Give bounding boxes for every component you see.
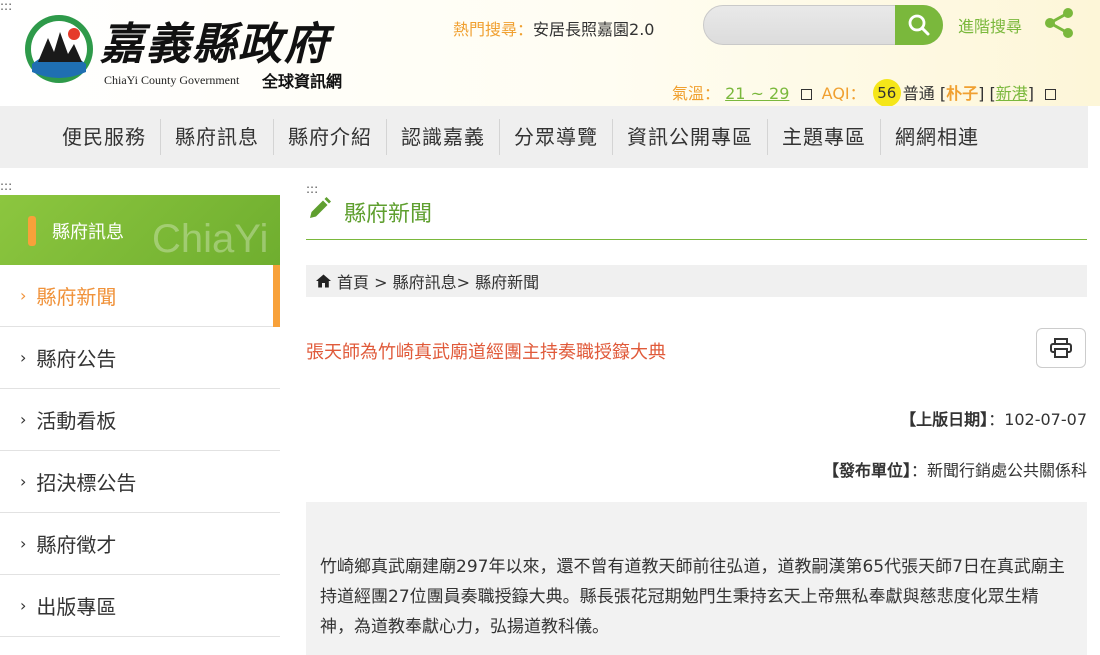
nav-item-links[interactable]: 網網相連 (881, 119, 993, 155)
county-logo-icon[interactable] (22, 12, 96, 86)
aqi-status: 普通 (902, 84, 935, 103)
article-paragraph: 竹崎鄉真武廟建廟297年以來，還不曾有道教天師前往弘道，道教嗣漢第65代張天師7… (320, 557, 1065, 637)
skip-link[interactable]: ::: (0, 0, 12, 12)
station-link-puzi[interactable]: 朴子 (946, 84, 978, 103)
weather-bar: 氣溫： 21 ~ 29 AQI： 56 普通 [朴子] [新港] (672, 78, 1057, 107)
sidebar-item-announcements[interactable]: › 縣府公告 (0, 327, 280, 389)
share-icon[interactable] (1042, 6, 1076, 40)
article-body: 竹崎鄉真武廟建廟297年以來，還不曾有道教天師前往弘道，道教嗣漢第65代張天師7… (306, 502, 1087, 655)
external-link-icon (800, 89, 812, 100)
pencil-icon (310, 197, 331, 218)
aqi-label: AQI： (821, 84, 866, 103)
publish-date-label: 【上版日期】 (900, 410, 989, 429)
hot-search-label: 熱門搜尋： (453, 20, 534, 39)
chevron-right-icon: › (20, 534, 27, 553)
temperature-link[interactable]: 21 ~ 29 (725, 84, 789, 103)
page-title: 縣府新聞 (344, 202, 433, 227)
logo-title[interactable]: 嘉義縣政府 (100, 8, 330, 72)
advanced-search-link[interactable]: 進階搜尋 (958, 13, 1022, 37)
search-icon (908, 14, 930, 36)
logo-subtitle-en: ChiaYi County Government (104, 73, 240, 87)
sidebar-menu: › 縣府新聞 › 縣府公告 › 活動看板 › 招決標公告 › 縣府徵才 › 出版專區 (0, 265, 280, 637)
publish-unit-value: ：新聞行銷處公共關係科 (910, 461, 1087, 480)
breadcrumb-trail[interactable]: 首頁 > 縣府訊息> 縣府新聞 (337, 269, 539, 293)
home-icon[interactable] (316, 274, 331, 288)
sidebar-item-label: 縣府徵才 (36, 533, 117, 557)
publish-unit: 【發布單位】：新聞行銷處公共關係科 (823, 457, 1087, 481)
printer-icon (1050, 338, 1072, 358)
chevron-right-icon: › (20, 410, 27, 429)
station-link-xingang[interactable]: 新港 (996, 84, 1028, 103)
external-link-icon (1045, 89, 1057, 100)
sidebar-watermark: ChiaYi (152, 217, 269, 261)
sidebar-item-label: 縣府公告 (36, 347, 117, 371)
sidebar-heading: 縣府訊息 ChiaYi (0, 195, 280, 265)
chevron-right-icon: › (20, 348, 27, 367)
sidebar-item-label: 出版專區 (36, 595, 117, 619)
publish-date: 【上版日期】：102-07-07 (900, 406, 1087, 430)
sidebar-heading-title: 縣府訊息 (52, 222, 124, 243)
search-button[interactable] (895, 5, 943, 45)
hot-search: 熱門搜尋：安居長照嘉園2.0 (453, 16, 654, 40)
weather-label: 氣溫： (672, 84, 721, 103)
news-title: 張天師為竹崎真武廟道經團主持奏職授籙大典 (306, 342, 666, 363)
chevron-right-icon: › (20, 286, 27, 305)
site-header: ::: 嘉義縣政府 ChiaYi County Government 全球資訊網… (0, 0, 1100, 107)
sidebar-accesskey[interactable]: ::: (0, 180, 12, 192)
nav-item-topics[interactable]: 主題專區 (768, 119, 881, 155)
nav-item-know-chiayi[interactable]: 認識嘉義 (387, 119, 500, 155)
sidebar-item-tenders[interactable]: › 招決標公告 (0, 451, 280, 513)
chevron-right-icon: › (20, 596, 27, 615)
logo-subtitle-zh: 全球資訊網 (262, 72, 343, 91)
page-heading: 縣府新聞 (306, 194, 1087, 240)
publish-date-value: ：102-07-07 (988, 410, 1087, 429)
nav-item-open-data[interactable]: 資訊公開專區 (613, 119, 768, 155)
sidebar-item-label: 縣府新聞 (36, 285, 117, 309)
nav-item-services[interactable]: 便民服務 (48, 119, 161, 155)
sidebar-item-recruitment[interactable]: › 縣府徵才 (0, 513, 280, 575)
nav-item-audience[interactable]: 分眾導覽 (500, 119, 613, 155)
sidebar-item-events[interactable]: › 活動看板 (0, 389, 280, 451)
sidebar-item-publications[interactable]: › 出版專區 (0, 575, 280, 637)
aqi-badge: 56 (872, 78, 901, 107)
sidebar-item-label: 活動看板 (36, 409, 117, 433)
nav-item-news[interactable]: 縣府訊息 (161, 119, 274, 155)
chevron-right-icon: › (20, 472, 27, 491)
nav-item-about[interactable]: 縣府介紹 (274, 119, 387, 155)
main-nav: 便民服務 縣府訊息 縣府介紹 認識嘉義 分眾導覽 資訊公開專區 主題專區 網網相… (0, 106, 1088, 168)
heading-accent-bar (28, 216, 36, 246)
publish-unit-label: 【發布單位】 (822, 461, 911, 480)
print-button[interactable] (1036, 328, 1086, 368)
sidebar-item-label: 招決標公告 (36, 471, 137, 495)
sidebar-item-county-news[interactable]: › 縣府新聞 (0, 265, 280, 327)
breadcrumb: 首頁 > 縣府訊息> 縣府新聞 (306, 265, 1087, 297)
hot-search-link[interactable]: 安居長照嘉園2.0 (533, 20, 654, 39)
